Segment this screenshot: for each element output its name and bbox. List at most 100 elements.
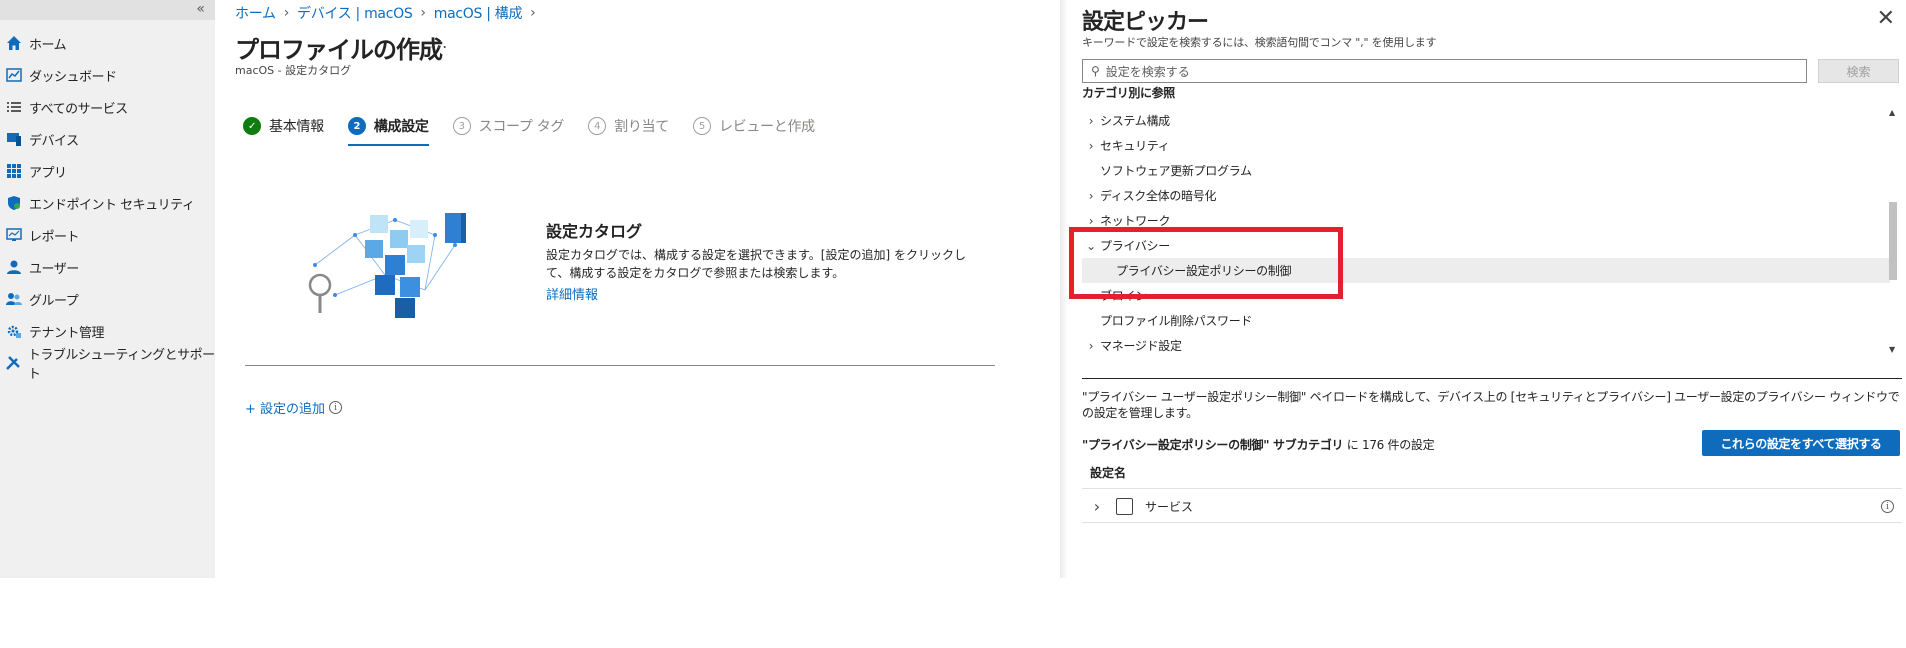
settings-count-suffix: に 176 件の設定 xyxy=(1346,438,1435,452)
home-icon xyxy=(5,34,23,52)
sidebar-item-label: アプリ xyxy=(29,165,67,181)
sidebar-item[interactable]: テナント管理 xyxy=(0,315,215,347)
sidebar-item-label: グループ xyxy=(29,293,79,309)
user-icon xyxy=(5,258,23,276)
search-placeholder: 設定を検索する xyxy=(1105,64,1190,79)
search-icon: ⚲ xyxy=(1091,64,1100,78)
tree-category[interactable]: ソフトウェア更新プログラム xyxy=(1082,158,1890,183)
chevron-right-icon: › xyxy=(530,5,536,21)
breadcrumb: ホーム › デバイス | macOS › macOS | 構成 › xyxy=(235,3,536,23)
sidebar-item[interactable]: ユーザー xyxy=(0,251,215,283)
scroll-up-icon[interactable]: ▲ xyxy=(1889,108,1895,117)
sidebar-item-label: エンドポイント セキュリティ xyxy=(29,197,195,213)
tenant-icon xyxy=(5,322,23,340)
tree-category[interactable]: › ディスク全体の暗号化 xyxy=(1082,183,1890,208)
breadcrumb-config[interactable]: macOS | 構成 xyxy=(434,3,523,23)
nav-list: ホームダッシュボードすべてのサービス デバイスアプリエンドポイント セキュリティレ… xyxy=(0,27,215,382)
chevron-right-icon[interactable]: › xyxy=(1082,114,1100,128)
sidebar-item[interactable]: ダッシュボード xyxy=(0,59,215,91)
subcategory-description: "プライバシー ユーザー設定ポリシー制御" ペイロードを構成して、デバイス上の … xyxy=(1082,390,1900,420)
step-configuration[interactable]: 2 構成設定 xyxy=(347,112,429,146)
subcategory-name: "プライバシー設定ポリシーの制御" サブカテゴリ xyxy=(1082,438,1344,452)
search-input[interactable]: ⚲ 設定を検索する xyxy=(1082,59,1807,83)
sidebar-item[interactable]: トラブルシューティングとサポート xyxy=(0,347,215,382)
sidebar-item-label: テナント管理 xyxy=(29,325,105,341)
step-label: 基本情報 xyxy=(269,119,324,135)
scrollbar-thumb[interactable] xyxy=(1889,202,1897,280)
tree-category[interactable]: › セキュリティ xyxy=(1082,133,1890,158)
step-label: レビューと作成 xyxy=(718,119,815,135)
column-header-setting-name: 設定名 xyxy=(1090,466,1127,480)
setting-checkbox[interactable] xyxy=(1116,498,1133,515)
sidebar-item-label: デバイス xyxy=(29,133,79,149)
select-all-button[interactable]: これらの設定をすべて選択する xyxy=(1702,430,1900,456)
close-icon[interactable]: ✕ xyxy=(1877,6,1895,31)
breadcrumb-devices[interactable]: デバイス | macOS xyxy=(297,3,413,23)
info-icon[interactable]: i xyxy=(1881,500,1894,513)
page-title: プロファイルの作成 xyxy=(235,36,443,64)
step-label: スコープ タグ xyxy=(478,119,565,135)
tree-item-label: システム構成 xyxy=(1100,114,1170,128)
chevron-right-icon: › xyxy=(283,5,290,21)
step-number: 3 xyxy=(452,117,471,135)
step-label: 割り当て xyxy=(614,119,669,135)
sidebar-item[interactable]: レポート xyxy=(0,219,215,251)
step-review[interactable]: 5 レビューと作成 xyxy=(692,112,815,140)
settings-catalog-illustration xyxy=(308,213,466,318)
sidebar-item-label: ホーム xyxy=(29,37,67,53)
tree-item-label: ディスク全体の暗号化 xyxy=(1100,189,1217,203)
step-number: 5 xyxy=(692,117,711,135)
tree-divider xyxy=(1082,378,1902,379)
sidebar-item[interactable]: ホーム xyxy=(0,27,215,59)
tree-item-label: セキュリティ xyxy=(1100,139,1170,153)
sidebar-item[interactable]: デバイス xyxy=(0,123,215,155)
tree-category[interactable]: プロファイル削除パスワード xyxy=(1082,308,1890,333)
breadcrumb-home[interactable]: ホーム xyxy=(235,3,276,23)
tools-icon xyxy=(5,354,22,372)
add-setting-link[interactable]: + 設定の追加 i xyxy=(245,398,343,417)
sidebar-item-label: レポート xyxy=(29,229,80,245)
device-icon xyxy=(5,130,23,148)
step-scope-tags[interactable]: 3 スコープ タグ xyxy=(452,112,565,140)
collapse-nav-button[interactable]: « xyxy=(0,0,215,20)
chevron-right-icon[interactable]: › xyxy=(1082,339,1100,353)
search-hint: キーワードで設定を検索するには、検索語句間でコンマ "," を使用します xyxy=(1082,36,1437,49)
page-subtitle: macOS - 設定カタログ xyxy=(235,64,352,77)
sidebar-item[interactable]: エンドポイント セキュリティ xyxy=(0,187,215,219)
collapse-icon[interactable]: « xyxy=(196,0,205,18)
highlight-annotation xyxy=(1069,227,1343,299)
check-icon: ✓ xyxy=(243,117,261,135)
tree-scrollbar[interactable]: ▲ ▼ xyxy=(1886,106,1900,356)
chevron-right-icon[interactable]: › xyxy=(1082,497,1112,516)
tree-category[interactable]: › マネージド設定 xyxy=(1082,333,1890,358)
dashboard-icon xyxy=(5,66,23,84)
sidebar-item[interactable]: アプリ xyxy=(0,155,215,187)
search-button[interactable]: 検索 xyxy=(1818,59,1899,83)
apps-icon xyxy=(5,162,23,180)
step-label: 構成設定 xyxy=(373,119,429,135)
sidebar-item-label: トラブルシューティングとサポート xyxy=(27,348,215,382)
section-divider xyxy=(245,365,995,366)
sidebar-item-label: すべてのサービス xyxy=(29,101,128,117)
sidebar-item[interactable]: すべてのサービス xyxy=(0,91,215,123)
step-assignments[interactable]: 4 割り当て xyxy=(588,112,669,140)
add-setting-label[interactable]: + 設定の追加 xyxy=(245,398,325,417)
info-icon[interactable]: i xyxy=(329,401,343,414)
learn-more-link[interactable]: 詳細情報 xyxy=(546,284,598,303)
list-icon xyxy=(5,98,23,116)
chevron-right-icon[interactable]: › xyxy=(1082,214,1100,228)
tree-category[interactable]: › システム構成 xyxy=(1082,108,1890,133)
table-row[interactable]: › サービス i xyxy=(1082,491,1902,523)
sidebar-item[interactable]: グループ xyxy=(0,283,215,315)
chevron-right-icon[interactable]: › xyxy=(1082,189,1100,203)
scroll-down-icon[interactable]: ▼ xyxy=(1889,345,1895,354)
step-basics[interactable]: ✓ 基本情報 xyxy=(243,112,324,140)
step-number: 4 xyxy=(588,117,607,135)
tree-item-label: プロファイル削除パスワード xyxy=(1100,314,1253,328)
picker-title: 設定ピッカー xyxy=(1082,10,1209,35)
chevron-right-icon[interactable]: › xyxy=(1082,139,1100,153)
more-options-button[interactable]: ... xyxy=(430,33,448,52)
setting-label: サービス xyxy=(1145,500,1194,514)
chevron-right-icon: › xyxy=(420,5,426,21)
tree-item-label: マネージド設定 xyxy=(1100,339,1182,353)
